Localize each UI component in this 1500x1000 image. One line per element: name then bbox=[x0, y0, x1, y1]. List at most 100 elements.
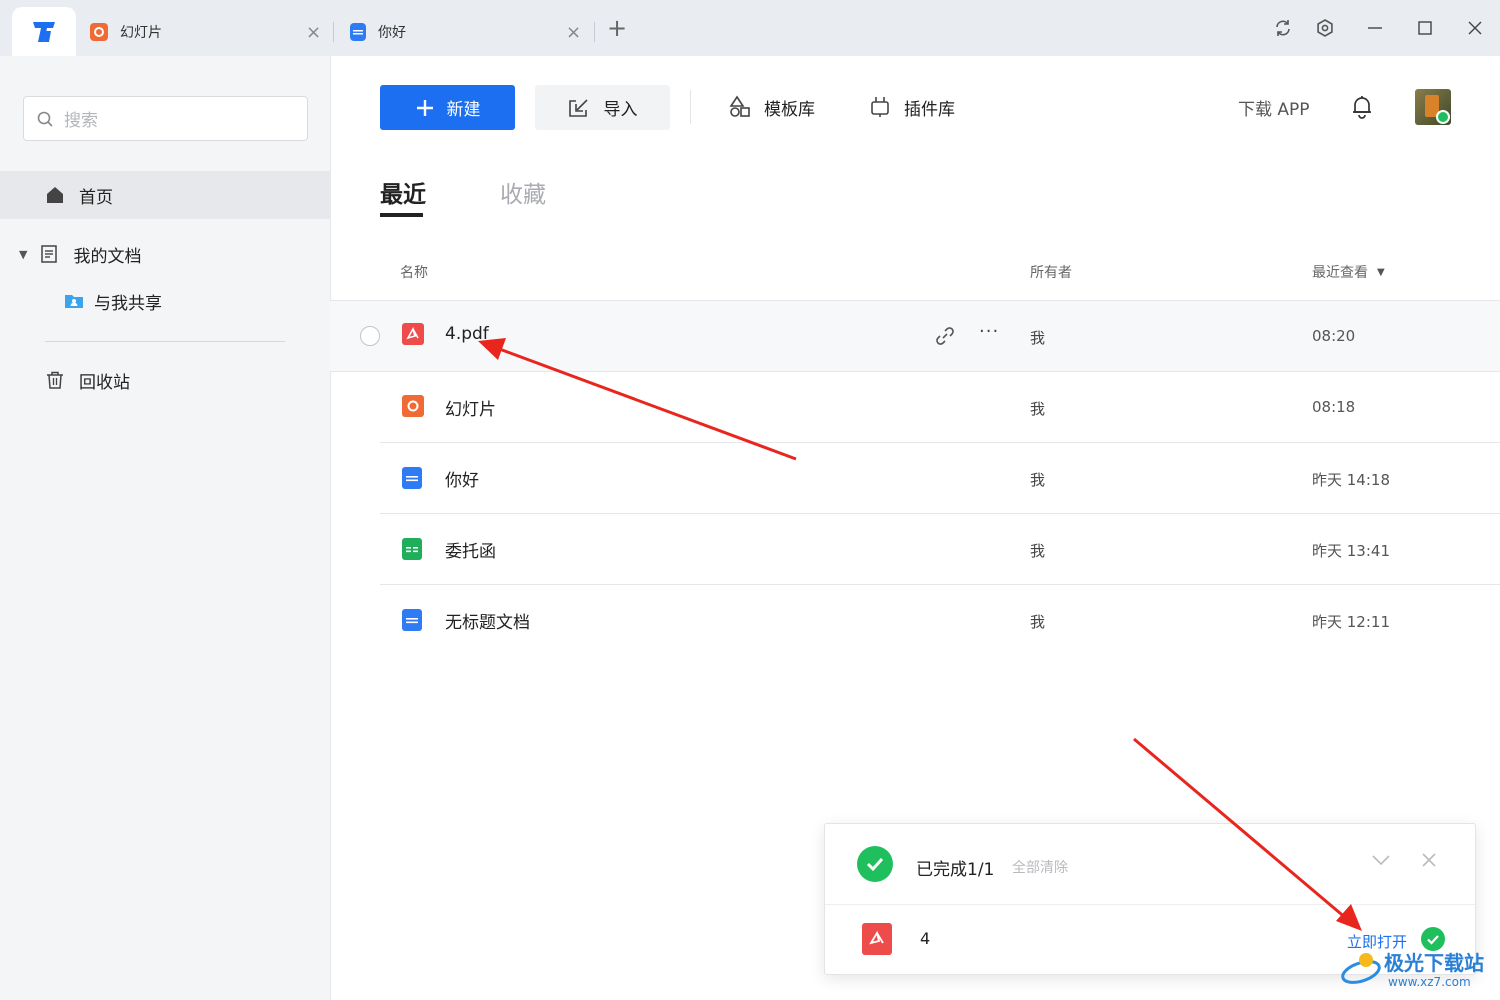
maximize-button[interactable] bbox=[1413, 16, 1437, 40]
sidebar-item-home[interactable]: 首页 bbox=[0, 171, 330, 219]
slides-icon bbox=[90, 23, 108, 41]
document-icon bbox=[41, 245, 58, 263]
close-panel-button[interactable] bbox=[1421, 852, 1437, 872]
tab-recent[interactable]: 最近 bbox=[380, 175, 426, 209]
file-name[interactable]: 委托函 bbox=[445, 537, 496, 562]
file-last-viewed: 昨天 13:41 bbox=[1312, 542, 1390, 560]
file-owner: 我 bbox=[1030, 613, 1046, 631]
sidebar-item-label: 我的文档 bbox=[73, 246, 142, 267]
tab-divider bbox=[594, 22, 595, 42]
templates-icon bbox=[729, 95, 750, 117]
file-name[interactable]: 幻灯片 bbox=[445, 395, 496, 420]
tab-slides[interactable]: 幻灯片 bbox=[90, 10, 162, 54]
download-app-link[interactable]: 下载 APP bbox=[1238, 92, 1310, 122]
column-header-owner: 所有者 bbox=[1030, 265, 1072, 281]
link-icon bbox=[936, 327, 954, 345]
file-last-viewed: 08:20 bbox=[1312, 327, 1356, 345]
doc-icon bbox=[402, 609, 422, 631]
close-icon bbox=[1422, 853, 1436, 867]
bell-icon bbox=[1353, 96, 1371, 119]
refresh-button[interactable] bbox=[1271, 16, 1295, 40]
shared-folder-icon bbox=[65, 295, 83, 308]
tab-slides-close[interactable]: × bbox=[306, 10, 321, 54]
table-row[interactable]: 你好 我 昨天 14:18 bbox=[380, 443, 1500, 514]
tab-favorites[interactable]: 收藏 bbox=[500, 175, 546, 209]
success-check-icon bbox=[857, 846, 893, 882]
app-logo[interactable] bbox=[12, 7, 76, 56]
notifications-button[interactable] bbox=[1351, 92, 1385, 122]
copy-link-button[interactable] bbox=[934, 325, 956, 351]
table-row[interactable]: 无标题文档 我 昨天 12:11 bbox=[380, 585, 1500, 656]
column-header-name: 名称 bbox=[400, 265, 428, 281]
tab-divider bbox=[333, 22, 334, 42]
settings-button[interactable] bbox=[1313, 16, 1337, 40]
minimize-button[interactable] bbox=[1363, 16, 1387, 40]
sidebar-item-my-docs[interactable]: ▼ 我的文档 bbox=[0, 230, 330, 278]
slides-icon bbox=[402, 395, 424, 417]
import-button[interactable]: 导入 bbox=[535, 85, 670, 130]
search-input[interactable]: 搜索 bbox=[23, 96, 308, 141]
plugins-button[interactable]: 插件库 bbox=[868, 92, 955, 122]
sort-down-icon: ▼ bbox=[1377, 266, 1385, 278]
more-icon: ··· bbox=[979, 321, 1000, 342]
sidebar-item-shared[interactable]: 与我共享 bbox=[0, 277, 330, 325]
watermark: 极光下载站 www.xz7.com bbox=[1340, 945, 1495, 995]
close-window-button[interactable] bbox=[1463, 16, 1487, 40]
file-owner: 我 bbox=[1030, 471, 1046, 489]
toolbar-divider bbox=[690, 90, 691, 124]
tab-hello-close[interactable]: × bbox=[566, 10, 581, 54]
close-icon bbox=[1468, 21, 1482, 35]
file-name[interactable]: 4.pdf bbox=[445, 324, 489, 344]
tab-active-indicator bbox=[380, 213, 423, 217]
add-tab-button[interactable]: + bbox=[605, 14, 629, 42]
sidebar-item-trash[interactable]: 回收站 bbox=[0, 356, 330, 404]
collapse-button[interactable] bbox=[1371, 852, 1391, 871]
close-icon: × bbox=[306, 21, 322, 43]
column-header-label: 最近查看 bbox=[1312, 265, 1368, 281]
import-button-label: 导入 bbox=[603, 100, 638, 120]
file-last-viewed: 08:18 bbox=[1312, 398, 1356, 416]
clear-all-button[interactable]: 全部清除 bbox=[1012, 857, 1068, 877]
wechat-badge-icon bbox=[1436, 110, 1450, 124]
more-options-button[interactable]: ··· bbox=[979, 321, 999, 342]
settings-icon bbox=[1317, 19, 1333, 37]
table-row[interactable]: 4.pdf ··· 我 08:20 bbox=[330, 301, 1500, 372]
minimize-icon bbox=[1368, 27, 1382, 29]
download-app-label: 下载 APP bbox=[1238, 99, 1310, 120]
new-button-label: 新建 bbox=[446, 100, 481, 120]
watermark-url: www.xz7.com bbox=[1388, 975, 1471, 989]
table-row[interactable]: 委托函 我 昨天 13:41 bbox=[380, 514, 1500, 585]
sidebar: 搜索 首页 ▼ 我的文档 与我共享 回收站 bbox=[0, 56, 331, 1000]
plugins-icon bbox=[871, 97, 889, 117]
imported-file-name: 4 bbox=[920, 929, 931, 948]
search-icon bbox=[37, 111, 53, 127]
sidebar-item-label: 与我共享 bbox=[94, 293, 162, 314]
pdf-icon bbox=[402, 323, 424, 345]
tab-hello[interactable]: 你好 bbox=[350, 10, 406, 54]
chevron-down-icon bbox=[1372, 855, 1390, 866]
search-placeholder: 搜索 bbox=[64, 111, 98, 131]
templates-button[interactable]: 模板库 bbox=[728, 92, 815, 122]
watermark-title: 极光下载站 bbox=[1384, 951, 1484, 975]
file-last-viewed: 昨天 12:11 bbox=[1312, 613, 1390, 631]
close-icon: × bbox=[566, 21, 582, 43]
column-header-last-viewed[interactable]: 最近查看 ▼ bbox=[1312, 262, 1385, 282]
tab-label: 你好 bbox=[378, 25, 406, 41]
home-icon bbox=[47, 187, 63, 203]
avatar[interactable] bbox=[1415, 89, 1451, 125]
new-button[interactable]: 新建 bbox=[380, 85, 515, 130]
doc-icon bbox=[350, 23, 366, 41]
tab-label: 幻灯片 bbox=[120, 25, 162, 41]
caret-down-icon[interactable]: ▼ bbox=[19, 248, 27, 261]
row-select-checkbox[interactable] bbox=[360, 326, 380, 346]
refresh-icon bbox=[1276, 20, 1290, 36]
file-owner: 我 bbox=[1030, 400, 1046, 418]
file-name[interactable]: 你好 bbox=[445, 466, 479, 491]
import-icon bbox=[568, 98, 588, 117]
sheet-icon bbox=[402, 538, 422, 560]
trash-icon bbox=[47, 371, 63, 389]
plugins-label: 插件库 bbox=[904, 99, 955, 120]
file-name[interactable]: 无标题文档 bbox=[445, 608, 530, 633]
table-row[interactable]: 幻灯片 我 08:18 bbox=[380, 372, 1500, 443]
pdf-icon bbox=[862, 923, 892, 955]
